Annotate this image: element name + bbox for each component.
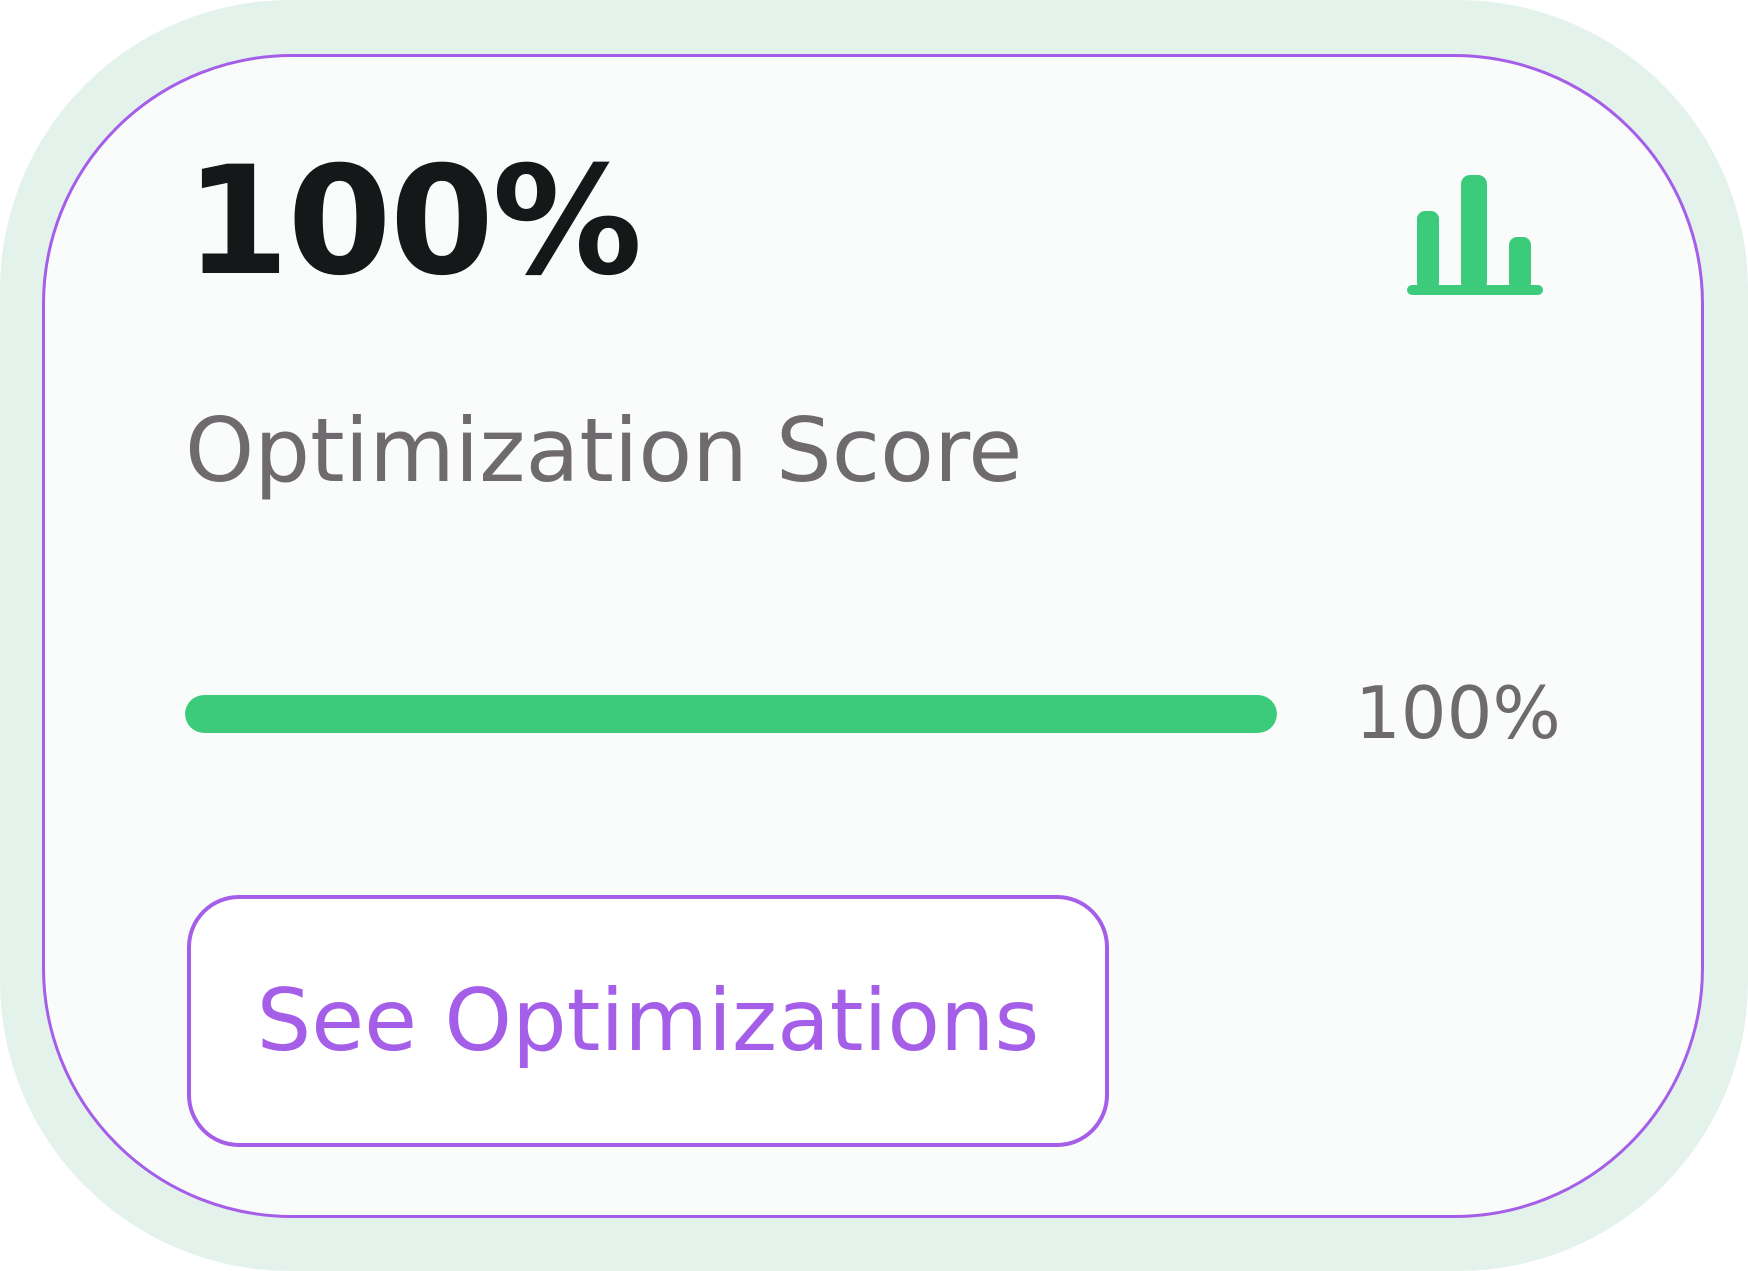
score-value: 100% bbox=[185, 135, 642, 309]
card-frame: 100% Optimization Score 100% See Optimiz… bbox=[0, 0, 1748, 1271]
see-optimizations-button[interactable]: See Optimizations bbox=[187, 895, 1109, 1147]
optimization-score-card: 100% Optimization Score 100% See Optimiz… bbox=[42, 54, 1704, 1218]
progress-fill bbox=[185, 695, 1277, 733]
score-label: Optimization Score bbox=[185, 399, 1023, 502]
bar-chart-icon bbox=[1407, 175, 1543, 295]
progress-percentage: 100% bbox=[1355, 671, 1561, 755]
optimization-progress-bar bbox=[185, 695, 1277, 733]
